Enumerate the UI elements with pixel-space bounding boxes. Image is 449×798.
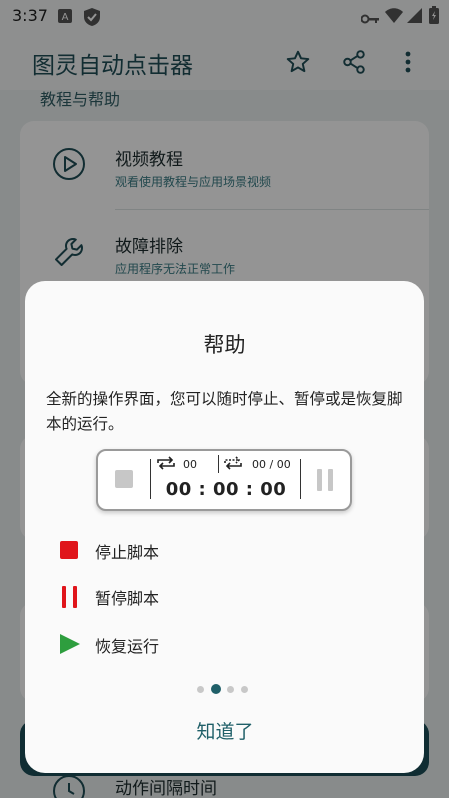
loop-progress-value: 00 / 00 bbox=[252, 458, 291, 471]
page-dot bbox=[241, 686, 248, 693]
stop-icon bbox=[59, 540, 79, 564]
legend-label: 停止脚本 bbox=[95, 543, 160, 562]
dialog-title: 帮助 bbox=[203, 333, 246, 357]
repeat-icon bbox=[156, 456, 176, 473]
page-dot bbox=[227, 686, 234, 693]
dialog-description: 全新的操作界面，您可以随时停止、暂停或是恢复脚本的运行。 bbox=[46, 390, 403, 433]
script-control-preview: 00 00 / 00 00 : 00 : 00 bbox=[96, 449, 352, 511]
control-divider bbox=[150, 459, 151, 499]
page-dot-active bbox=[211, 684, 221, 694]
control-pause-icon bbox=[317, 469, 334, 491]
loop-progress: 00 / 00 bbox=[223, 456, 291, 473]
repeat-one-icon bbox=[223, 456, 243, 473]
play-icon bbox=[59, 634, 81, 658]
legend-label: 恢复运行 bbox=[95, 637, 160, 656]
help-dialog: 帮助 全新的操作界面，您可以随时停止、暂停或是恢复脚本的运行。 00 00 / … bbox=[25, 281, 424, 773]
page-dot bbox=[197, 686, 204, 693]
loop-count-value: 00 bbox=[183, 458, 197, 471]
loop-count: 00 bbox=[156, 456, 197, 473]
control-stop-icon bbox=[115, 470, 133, 488]
control-divider bbox=[218, 455, 219, 473]
pause-icon bbox=[61, 586, 79, 612]
control-divider bbox=[300, 459, 301, 499]
legend-label: 暂停脚本 bbox=[95, 589, 160, 608]
got-it-button[interactable]: 知道了 bbox=[175, 717, 275, 749]
timer-readout: 00 : 00 : 00 bbox=[165, 479, 287, 500]
